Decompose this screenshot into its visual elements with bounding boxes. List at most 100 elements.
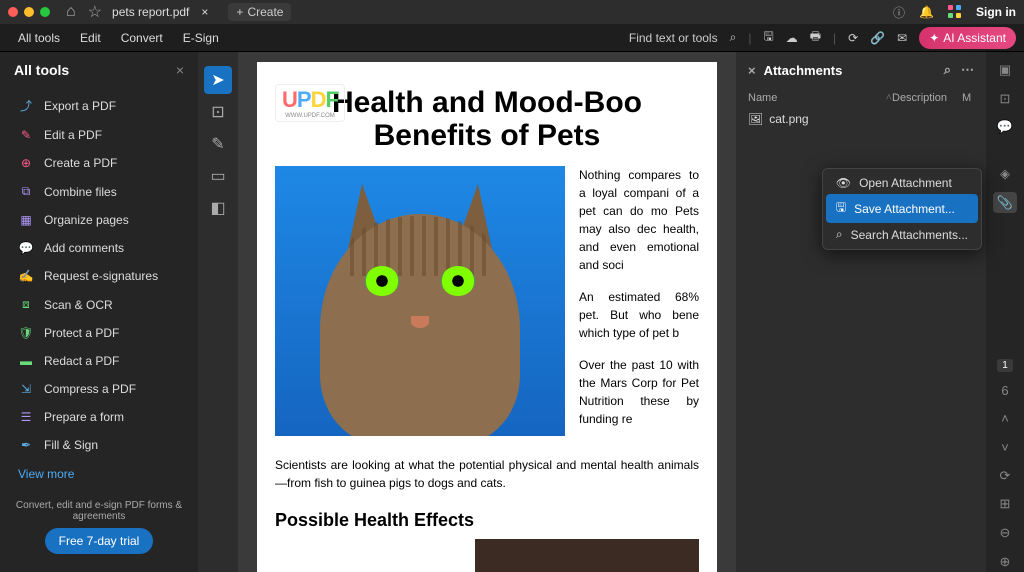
zoom-in-icon[interactable]: ⊕ [993,551,1017,572]
para-4: Scientists are looking at what the poten… [275,456,699,492]
close-window[interactable] [8,7,18,17]
col-name[interactable]: Name ˄ [748,92,892,104]
view-more-link[interactable]: View more [14,459,184,489]
tool-scan[interactable]: ⧈Scan & OCR [14,290,184,319]
close-sidebar-icon[interactable]: × [176,62,184,78]
window-controls[interactable] [8,7,50,17]
panel-title: Attachments [764,63,843,78]
form-icon: ☰ [18,410,34,424]
loop-icon[interactable]: ⟳ [848,31,858,45]
page-down-icon[interactable]: ˅ [993,437,1017,458]
doc-subtitle: Possible Health Effects [275,510,699,531]
fill-icon: ✒ [18,438,34,452]
organize-icon: ▦ [18,213,34,227]
footer-text: Convert, edit and e-sign PDF forms & agr… [14,500,184,522]
compress-icon: ⇲ [18,382,34,396]
attach-more-icon[interactable]: ⋯ [961,62,974,78]
menu-convert[interactable]: Convert [111,27,173,49]
tool-organize[interactable]: ▦ Organize pages [14,206,184,234]
rail-chat-icon[interactable]: ⊡ [993,89,1017,110]
tool-label: Scan & OCR [44,298,113,312]
tool-label: Organize pages [44,213,129,227]
rail-comment-icon[interactable]: 💬 [993,117,1017,138]
tool-label: Edit a PDF [44,128,102,142]
tool-label: Protect a PDF [44,326,119,340]
page-up-icon[interactable]: ˄ [993,408,1017,429]
menu-esign[interactable]: E-Sign [173,27,229,49]
current-page[interactable]: 1 [997,359,1013,372]
tool-combine[interactable]: ⧉Combine files [14,177,184,206]
bell-icon[interactable]: 🔔 [919,5,934,19]
maximize-window[interactable] [40,7,50,17]
attachment-columns[interactable]: Name ˄ Description M [748,92,974,108]
save-icon: 🖫 [836,198,846,219]
ctx-search-attachments[interactable]: ⌕ Search Attachments... [826,223,978,246]
ctx-save-attachment[interactable]: 🖫 Save Attachment... [826,194,978,223]
open-icon: 👁 [836,176,851,190]
document-tab[interactable]: pets report.pdf × [112,5,212,19]
find-label: Find text or tools [629,31,718,45]
star-icon[interactable]: ☆ [88,2,102,22]
pencil-tool[interactable]: ✎ [204,130,232,158]
sparkle-icon: ✦ [929,31,939,45]
mail-icon[interactable]: ✉ [897,31,907,45]
close-panel-icon[interactable]: × [748,63,756,78]
ai-assistant-button[interactable]: ✦ AI Assistant [919,27,1016,49]
link-icon[interactable]: 🔗 [870,31,885,45]
fit-icon[interactable]: ⊞ [993,494,1017,515]
attach-search-icon[interactable]: ⌕ [944,62,951,78]
combine-icon: ⧉ [18,184,34,199]
rail-attachment-icon[interactable]: 📎 [993,192,1017,213]
attachment-item[interactable]: 🖼 cat.png [748,108,974,130]
right-rail: ▣ ⊡ 💬 ◈ 📎 1 6 ˄ ˅ ⟳ ⊞ ⊖ ⊕ [986,52,1024,572]
ctx-open-attachment[interactable]: 👁 Open Attachment [826,172,978,194]
page-toolbar: ➤ ⊡ ✎ ▭ ◧ [198,52,238,572]
text-select-tool[interactable]: ⊡ [204,98,232,126]
rail-ai-icon[interactable]: ▣ [993,60,1017,81]
tool-label: Fill & Sign [44,438,98,452]
search-icon[interactable]: ⌕ [730,30,737,45]
create-button[interactable]: + Create [228,3,291,21]
tool-label: Compress a PDF [44,382,136,396]
rail-bookmark-icon[interactable]: ◈ [993,164,1017,185]
tool-export[interactable]: ⤴Export a PDF [14,90,184,121]
image-placeholder [475,539,699,572]
minimize-window[interactable] [24,7,34,17]
rotate-icon[interactable]: ⟳ [993,466,1017,487]
zoom-out-icon[interactable]: ⊖ [993,523,1017,544]
trial-button[interactable]: Free 7-day trial [45,528,154,554]
signin-button[interactable]: Sign in [976,5,1016,19]
export-icon: ⤴ [18,97,34,114]
menu-edit[interactable]: Edit [70,27,111,49]
comment-icon: 💬 [18,241,34,255]
tool-comment[interactable]: 💬Add comments [14,234,184,262]
pdf-page: UPDF Health and Mood-Boo Benefits of Pet… [257,62,717,572]
selection-tool[interactable]: ➤ [204,66,232,94]
sidebar-title: All tools × [14,62,184,78]
edit-icon: ✎ [18,128,34,142]
col-m[interactable]: M [962,92,974,104]
print-icon[interactable]: 🖶 [810,27,821,48]
highlight-tool[interactable]: ▭ [204,162,232,190]
tool-create[interactable]: ⊕Create a PDF [14,149,184,177]
save-icon[interactable]: 🖫 [763,27,773,48]
menubar: All tools Edit Convert E-Sign Find text … [0,24,1024,52]
tool-compress[interactable]: ⇲ Compress a PDF [14,375,184,403]
attachment-name: cat.png [769,112,808,126]
tool-signature[interactable]: ✍Request e-signatures [14,262,184,290]
tool-redact[interactable]: ▬Redact a PDF [14,347,184,375]
home-icon[interactable]: ⌂ [66,3,76,21]
apps-grid-icon[interactable] [948,5,962,19]
all-tools-sidebar: All tools × ⤴Export a PDF ✎ Edit a PDF ⊕Cre… [0,52,198,572]
help-icon[interactable]: ⓘ [893,4,905,21]
tool-form[interactable]: ☰Prepare a form [14,403,184,431]
document-viewport[interactable]: UPDF Health and Mood-Boo Benefits of Pet… [238,52,736,572]
tool-protect[interactable]: 🛡Protect a PDF [14,319,184,347]
tool-edit[interactable]: ✎ Edit a PDF [14,121,184,149]
col-description[interactable]: Description [892,92,962,104]
menu-all-tools[interactable]: All tools [8,27,70,49]
cloud-icon[interactable]: ☁ [786,31,798,45]
tool-fill[interactable]: ✒ Fill & Sign [14,431,184,459]
eraser-tool[interactable]: ◧ [204,194,232,222]
close-tab-icon[interactable]: × [197,5,212,19]
